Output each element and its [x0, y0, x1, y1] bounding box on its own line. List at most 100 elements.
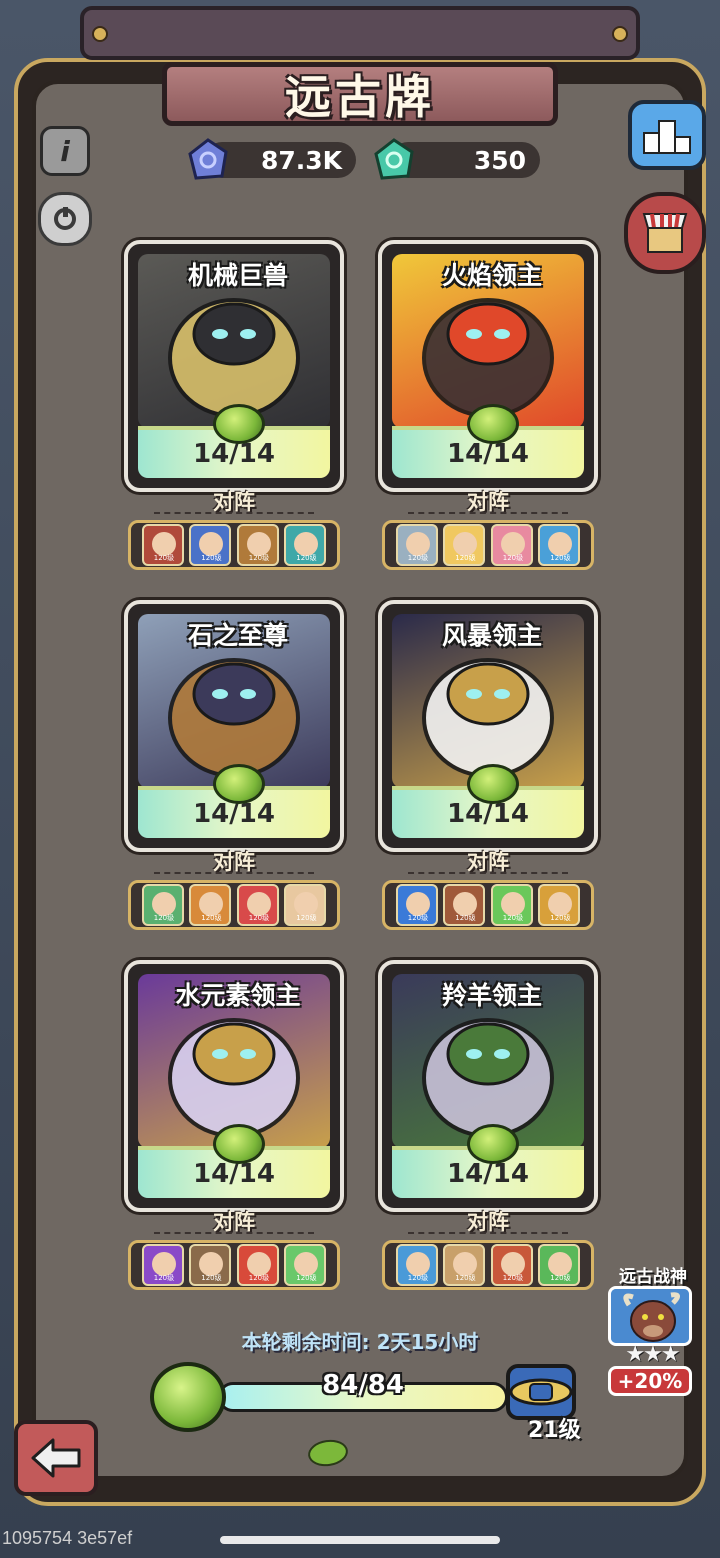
- boss-name: 水元素领主: [175, 981, 301, 1010]
- team-hero-portrait[interactable]: 120级: [189, 524, 232, 566]
- bean-icon: [467, 404, 519, 444]
- boss-card[interactable]: 火焰领主 14/14: [378, 240, 598, 492]
- divider: [154, 512, 314, 514]
- team-hero-portrait[interactable]: 120级: [490, 524, 533, 566]
- title-plate: 远古牌: [162, 62, 558, 126]
- bean-icon: [213, 404, 265, 444]
- opponent-team: 120级 120级 120级 120级: [128, 1240, 340, 1290]
- opponent-team: 120级 120级 120级 120级: [128, 880, 340, 930]
- team-hero-portrait[interactable]: 120级: [236, 1244, 279, 1286]
- team-hero-portrait[interactable]: 120级: [284, 1244, 327, 1286]
- bean-icon: [467, 1124, 519, 1164]
- team-hero-portrait[interactable]: 120级: [141, 884, 184, 926]
- team-hero-portrait[interactable]: 120级: [236, 884, 279, 926]
- team-hero-portrait[interactable]: 120级: [284, 884, 327, 926]
- boss-card[interactable]: 风暴领主 14/14: [378, 600, 598, 852]
- boss-name: 羚羊领主: [441, 981, 542, 1010]
- hero-level: 120级: [248, 554, 270, 562]
- team-hero-portrait[interactable]: 120级: [443, 1244, 486, 1286]
- team-hero-portrait[interactable]: 120级: [236, 524, 279, 566]
- refresh-icon: [54, 207, 76, 230]
- hero-level: 120级: [550, 554, 571, 562]
- hero-level: 120级: [502, 914, 524, 922]
- ranking-button[interactable]: [628, 100, 706, 170]
- hero-level: 120级: [153, 914, 175, 922]
- hero-level: 120级: [153, 1274, 175, 1282]
- hero-level: 120级: [407, 914, 429, 922]
- hero-level: 120级: [502, 554, 524, 562]
- watermark-text: 1095754 3e57ef: [2, 1528, 133, 1548]
- ancient-god-stars: ★★★: [625, 1342, 680, 1367]
- green-crystal-value: 350: [473, 145, 526, 175]
- ancient-god-bonus: +20%: [608, 1366, 692, 1396]
- blue-crystal-icon: [188, 138, 228, 180]
- refresh-button[interactable]: [38, 192, 92, 246]
- hero-level: 120级: [201, 914, 222, 922]
- boss-name: 火焰领主: [441, 261, 542, 290]
- podium-icon: [643, 120, 691, 154]
- boss-name: 石之至尊: [187, 621, 288, 650]
- hero-level: 120级: [502, 1274, 524, 1282]
- team-hero-portrait[interactable]: 120级: [443, 884, 486, 926]
- divider: [408, 512, 568, 514]
- info-button[interactable]: i: [40, 126, 90, 176]
- team-hero-portrait[interactable]: 120级: [395, 884, 438, 926]
- boss-card[interactable]: 机械巨兽 14/14: [124, 240, 344, 492]
- page-title: 远古牌: [285, 70, 435, 124]
- hero-level: 120级: [455, 914, 476, 922]
- team-hero-portrait[interactable]: 120级: [443, 524, 486, 566]
- opponent-team: 120级 120级 120级 120级: [128, 520, 340, 570]
- hero-level: 120级: [296, 914, 317, 922]
- team-hero-portrait[interactable]: 120级: [395, 524, 438, 566]
- opponent-team: 120级 120级 120级 120级: [382, 880, 594, 930]
- team-hero-portrait[interactable]: 120级: [189, 1244, 232, 1286]
- hero-level: 120级: [153, 554, 175, 562]
- green-crystal-icon: [374, 138, 414, 180]
- boss-name: 风暴领主: [441, 621, 542, 650]
- hero-level: 120级: [550, 1274, 571, 1282]
- team-hero-portrait[interactable]: 120级: [141, 524, 184, 566]
- rivet: [612, 26, 628, 42]
- hero-level: 120级: [248, 914, 270, 922]
- progress-text: 84/84: [322, 1370, 404, 1400]
- team-hero-portrait[interactable]: 120级: [189, 884, 232, 926]
- hero-level: 120级: [407, 554, 429, 562]
- shop-button[interactable]: [624, 192, 706, 274]
- hero-level: 120级: [296, 554, 317, 562]
- boss-card[interactable]: 水元素领主 14/14: [124, 960, 344, 1212]
- divider: [154, 872, 314, 874]
- team-hero-portrait[interactable]: 120级: [490, 1244, 533, 1286]
- team-hero-portrait[interactable]: 120级: [395, 1244, 438, 1286]
- bean-icon: [150, 1362, 226, 1432]
- team-hero-portrait[interactable]: 120级: [284, 524, 327, 566]
- hero-level: 120级: [201, 554, 222, 562]
- team-hero-portrait[interactable]: 120级: [538, 1244, 581, 1286]
- boss-card[interactable]: 羚羊领主 14/14: [378, 960, 598, 1212]
- blue-crystal-value: 87.3K: [260, 145, 342, 175]
- info-icon: i: [60, 134, 70, 168]
- shop-icon: [642, 213, 688, 253]
- hero-level: 120级: [455, 554, 476, 562]
- rivet: [92, 26, 108, 42]
- ancient-god-title: 远古战神: [619, 1267, 687, 1287]
- bean-icon: [213, 1124, 265, 1164]
- opponent-team: 120级 120级 120级 120级: [382, 520, 594, 570]
- back-button[interactable]: [14, 1420, 98, 1496]
- team-hero-portrait[interactable]: 120级: [490, 884, 533, 926]
- back-arrow-icon: [31, 1438, 81, 1478]
- bean-icon: [467, 764, 519, 804]
- hero-level: 120级: [550, 914, 571, 922]
- team-hero-portrait[interactable]: 120级: [141, 1244, 184, 1286]
- hero-level: 120级: [455, 1274, 476, 1282]
- hero-level: 120级: [248, 1274, 270, 1282]
- hero-level: 120级: [201, 1274, 222, 1282]
- divider: [408, 1232, 568, 1234]
- team-hero-portrait[interactable]: 120级: [538, 524, 581, 566]
- divider: [408, 872, 568, 874]
- team-hero-portrait[interactable]: 120级: [538, 884, 581, 926]
- ancient-god-card[interactable]: [608, 1286, 692, 1346]
- divider: [154, 1232, 314, 1234]
- bean-icon: [213, 764, 265, 804]
- boss-card[interactable]: 石之至尊 14/14: [124, 600, 344, 852]
- home-indicator[interactable]: [220, 1536, 500, 1544]
